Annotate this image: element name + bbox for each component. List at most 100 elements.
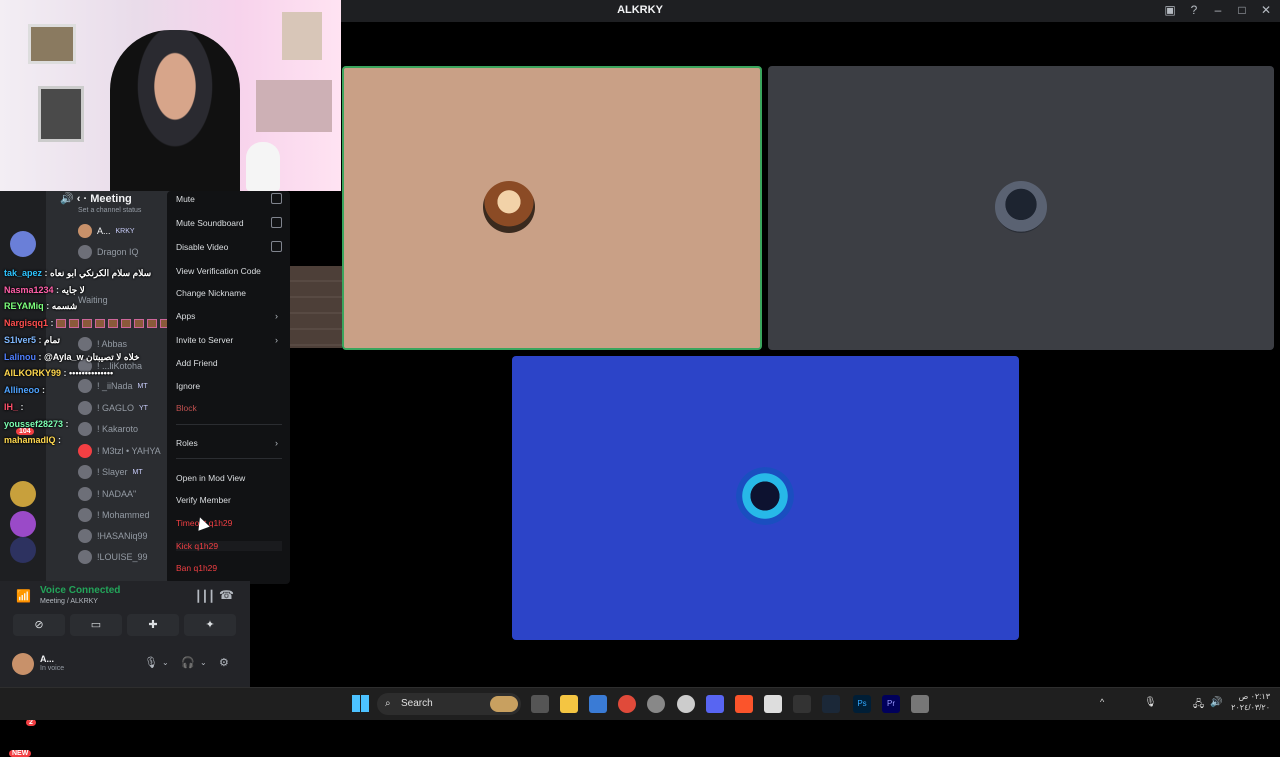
member-row[interactable]: A... KRKY: [78, 222, 135, 240]
search-icon: ⌕: [385, 698, 391, 709]
activities-button[interactable]: ✚: [127, 614, 179, 636]
user-context-menu: Mute Mute Soundboard Disable Video View …: [167, 191, 290, 584]
screen-share-button[interactable]: ▭: [70, 614, 122, 636]
streamer: [110, 30, 240, 191]
chat-line: Lalinou : @Ayla_w خلاه لا تصيبتان: [4, 352, 140, 362]
menu-item-invite[interactable]: Invite to Server ›: [176, 335, 282, 345]
chrome-icon[interactable]: [618, 695, 636, 713]
app-icon[interactable]: [911, 695, 929, 713]
volume-icon[interactable]: 🔊: [1210, 697, 1222, 708]
microphone-icon[interactable]: 🎙: [1144, 697, 1157, 708]
server-icon[interactable]: [10, 511, 36, 537]
user-name: A...: [40, 654, 55, 664]
minimize-button[interactable]: –: [1210, 2, 1226, 18]
screen-share-icon[interactable]: ▣: [1162, 2, 1178, 18]
chat-line: mahamadIQ :: [4, 435, 62, 445]
premiere-icon[interactable]: Pr: [882, 695, 900, 713]
discord-icon[interactable]: [706, 695, 724, 713]
member-row[interactable]: !LOUISE_99: [78, 548, 148, 566]
clock[interactable]: ٠٢:١٣ ص ٢٠٢٤/٠٣/٢٠: [1231, 691, 1270, 713]
camera-off-button[interactable]: ⊘: [13, 614, 65, 636]
menu-item-view-verification-code[interactable]: View Verification Code: [176, 266, 282, 276]
chat-line: Allineoo :: [4, 385, 45, 395]
gear-icon[interactable]: ⚙: [219, 656, 229, 669]
channel-status-input[interactable]: Set a channel status: [78, 207, 141, 214]
chevron-down-icon[interactable]: ⌄: [200, 658, 207, 667]
wall-frame: [282, 12, 322, 60]
steam-icon[interactable]: [822, 695, 840, 713]
headphones-icon[interactable]: 🎧: [181, 656, 195, 669]
chat-line: S1lver5 : تمام: [4, 335, 61, 345]
widget-icon[interactable]: [490, 696, 518, 712]
brave-icon[interactable]: [735, 695, 753, 713]
task-view-icon[interactable]: [531, 695, 549, 713]
signal-icon: 📶: [16, 589, 31, 603]
disconnect-icon[interactable]: ☎: [219, 588, 234, 602]
photoshop-icon[interactable]: Ps: [853, 695, 871, 713]
voice-channel-path[interactable]: Meeting / ALKRKY: [40, 598, 98, 605]
new-badge: NEW: [9, 750, 32, 757]
user-panel: [0, 641, 250, 687]
maximize-button[interactable]: □: [1234, 2, 1250, 18]
chat-line: REYAMiq : شسمه: [4, 301, 78, 311]
menu-item-timeout[interactable]: Timeout q1h29: [176, 518, 282, 528]
checkbox[interactable]: [271, 193, 282, 204]
participant-avatar: [736, 467, 794, 525]
menu-item-add-friend[interactable]: Add Friend: [176, 358, 282, 368]
user-status: In voice: [40, 665, 65, 672]
menu-item-roles[interactable]: Roles ›: [176, 438, 282, 448]
chevron-right-icon: ›: [275, 335, 278, 345]
checkbox[interactable]: [271, 217, 282, 228]
menu-item-disable-video[interactable]: Disable Video: [176, 241, 282, 252]
participant-avatar: [483, 181, 535, 233]
app-icon[interactable]: [647, 695, 665, 713]
menu-item-block[interactable]: Block: [176, 403, 282, 413]
member-row[interactable]: ! Mohammed: [78, 506, 150, 524]
windows-start-icon[interactable]: [352, 695, 369, 712]
menu-divider: [176, 458, 282, 459]
menu-item-kick[interactable]: Kick q1h29: [176, 541, 282, 551]
close-button[interactable]: ✕: [1258, 2, 1274, 18]
help-icon[interactable]: ?: [1186, 2, 1202, 18]
menu-item-verify-member[interactable]: Verify Member: [176, 495, 282, 505]
menu-item-apps[interactable]: Apps ›: [176, 311, 282, 321]
checkbox[interactable]: [271, 241, 282, 252]
server-icon[interactable]: [10, 231, 36, 257]
soundboard-icon: ✦: [205, 619, 215, 631]
menu-divider: [176, 424, 282, 425]
soundboard-button[interactable]: ✦: [184, 614, 236, 636]
menu-item-ban[interactable]: Ban q1h29: [176, 563, 282, 573]
store-icon[interactable]: [589, 695, 607, 713]
member-row[interactable]: !HASANiq99: [78, 527, 148, 545]
noise-suppression-icon[interactable]: ┃┃┃: [195, 590, 215, 603]
menu-item-mod-view[interactable]: Open in Mod View: [176, 473, 282, 483]
menu-item-ignore[interactable]: Ignore: [176, 381, 282, 391]
member-row[interactable]: Dragon IQ: [78, 243, 139, 261]
member-row[interactable]: ! NADAA": [78, 485, 136, 503]
taskbar: [0, 687, 1280, 720]
network-icon[interactable]: 🖧: [1193, 697, 1204, 714]
voice-connected-title: Voice Connected: [40, 585, 121, 596]
file-explorer-icon[interactable]: [560, 695, 578, 713]
screen-share-icon: ▭: [90, 619, 102, 631]
server-icon[interactable]: [10, 481, 36, 507]
capcut-icon[interactable]: [793, 695, 811, 713]
chat-line: AlLKORKY99 : ••••••••••••••: [4, 368, 114, 378]
server-icon[interactable]: [10, 537, 36, 563]
voice-channel-name[interactable]: 🔊 ‹ · Meeting: [60, 192, 132, 205]
chevron-up-icon[interactable]: ^: [1100, 697, 1104, 707]
menu-item-mute[interactable]: Mute: [176, 193, 282, 204]
microphone-icon[interactable]: 🎙: [144, 656, 158, 669]
chat-line: IH_ :: [4, 402, 24, 412]
menu-item-mute-soundboard[interactable]: Mute Soundboard: [176, 217, 282, 228]
chat-line: tak_apez : سلام سلام الكرنكي ابو نعاه: [4, 268, 152, 278]
avatar[interactable]: [12, 653, 34, 675]
steam-like-icon[interactable]: [677, 695, 695, 713]
participant-avatar: [995, 181, 1047, 233]
chevron-down-icon[interactable]: ⌄: [162, 658, 169, 667]
menu-item-change-nickname[interactable]: Change Nickname: [176, 288, 282, 298]
microphone: [246, 142, 280, 191]
unread-badge: 2: [26, 719, 36, 726]
participant-tile-speaking[interactable]: [342, 66, 762, 350]
app-icon[interactable]: [764, 695, 782, 713]
